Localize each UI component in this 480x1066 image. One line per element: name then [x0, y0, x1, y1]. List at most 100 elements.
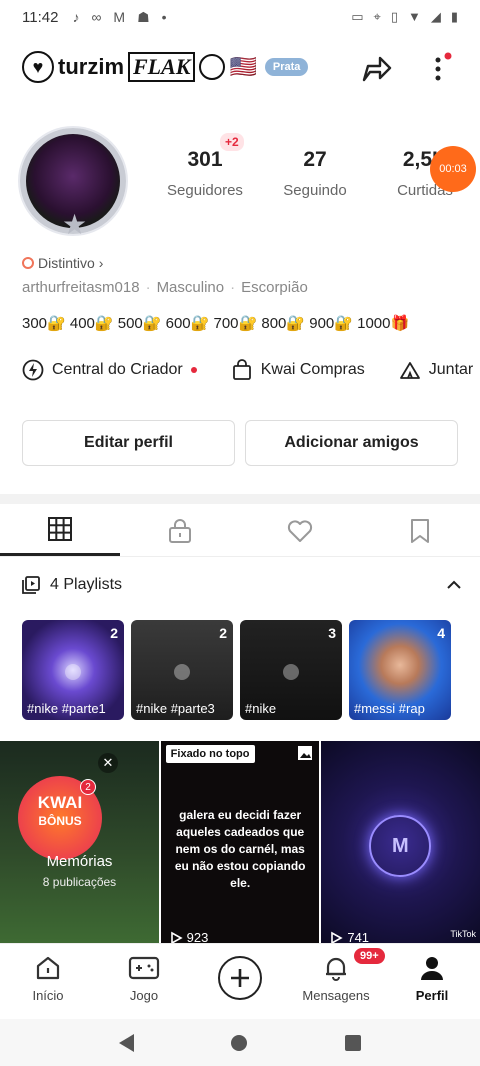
- circle-icon: [199, 54, 226, 80]
- playlists-header[interactable]: 4 Playlists: [22, 576, 462, 594]
- create-button[interactable]: [218, 956, 262, 1000]
- creator-shortcuts: Central do Criador Kwai Compras Juntar: [22, 357, 480, 383]
- nickname-flak: FLAK: [128, 52, 196, 82]
- bio-text: 300🔐 400🔐 500🔐 600🔐 700🔐 800🔐 900🔐 1000🎁: [22, 315, 410, 332]
- pinned-label: Fixado no topo: [165, 745, 255, 763]
- tiktok-icon: ♪: [72, 8, 80, 25]
- nav-profile[interactable]: Perfil: [384, 944, 480, 1019]
- play-icon: [65, 664, 81, 680]
- playlist-card[interactable]: 4 #messi #rap: [349, 620, 451, 720]
- nav-game[interactable]: Jogo: [96, 944, 192, 1019]
- nickname: ♥ turzim FLAK 🇺🇸 Prata: [22, 51, 309, 83]
- tab-saved[interactable]: [360, 505, 480, 556]
- lightning-icon: [22, 359, 44, 381]
- video-thumbnail[interactable]: M 741 TikTok: [321, 741, 480, 943]
- stat-followers[interactable]: 301 Seguidores: [150, 148, 260, 199]
- join-link[interactable]: Juntar: [399, 359, 473, 381]
- section-divider: [0, 494, 480, 504]
- profile-actions: Editar perfil Adicionar amigos: [22, 420, 458, 466]
- username: arthurfreitasm018: [22, 279, 140, 296]
- tab-private[interactable]: [120, 505, 240, 556]
- playlist-caption: #nike #parte1: [27, 701, 106, 716]
- memories-subtitle: 8 publicações: [42, 875, 117, 889]
- playlist-caption: #nike #parte3: [136, 701, 215, 716]
- music-logo: M: [369, 815, 432, 877]
- more-options-icon[interactable]: [428, 50, 452, 86]
- gamepad-icon: [128, 956, 160, 980]
- recent-apps-icon[interactable]: [345, 1034, 362, 1051]
- play-icon: [174, 664, 190, 680]
- share-icon[interactable]: [358, 50, 394, 86]
- bonus-text: BÔNUS: [38, 814, 82, 828]
- pinned-video[interactable]: Fixado no topo galera eu decidi fazer aq…: [160, 741, 320, 943]
- nav-create[interactable]: [192, 944, 288, 1019]
- kwai-shop-link[interactable]: Kwai Compras: [231, 359, 365, 381]
- bottom-navigation: Início Jogo 99+ Mensagens Perfil: [0, 943, 480, 1019]
- close-icon[interactable]: ✕: [98, 753, 118, 773]
- bookmark-icon: [411, 518, 429, 543]
- stat-value: 27: [303, 148, 327, 171]
- signal-icon: ◢: [430, 9, 441, 24]
- lock-icon: [169, 518, 191, 543]
- join-label: Juntar: [428, 361, 474, 378]
- dot-icon: •: [161, 8, 167, 25]
- view-count: 741: [329, 930, 369, 943]
- playlist-count: 2: [110, 625, 118, 641]
- memories-card[interactable]: KWAI BÔNUS 2 ✕ Memórias 8 publicações: [0, 741, 159, 943]
- tiktok-watermark: TikTok: [450, 929, 477, 939]
- playlist-icon: [22, 576, 40, 594]
- home-icon: [36, 956, 60, 980]
- nav-home-label: Início: [32, 988, 64, 1003]
- notification-dot: [190, 367, 197, 373]
- playlist-card[interactable]: 2 #nike #parte3: [131, 620, 233, 720]
- chevron-up-icon[interactable]: [446, 580, 462, 590]
- vibrate-icon: ▯: [390, 9, 398, 24]
- creator-center-link[interactable]: Central do Criador: [22, 359, 197, 381]
- playlist-row: 2 #nike #parte1 2 #nike #parte3 3 #nike …: [22, 620, 451, 720]
- notification-icons: ♪ ∞ M ☗ •: [72, 9, 166, 26]
- kwai-shop-label: Kwai Compras: [260, 361, 365, 378]
- view-count-value: 741: [347, 930, 370, 943]
- content-tabs: [0, 505, 480, 557]
- playlist-card[interactable]: 2 #nike #parte1: [22, 620, 124, 720]
- avatar[interactable]: ★: [14, 122, 134, 240]
- stat-following[interactable]: 27 Seguindo: [260, 148, 370, 199]
- stat-value: 301: [187, 148, 223, 171]
- tab-grid[interactable]: [0, 505, 120, 556]
- bonus-count-badge: 2: [80, 779, 96, 795]
- memories-title: Memórias: [46, 853, 113, 870]
- cast-icon: ▭: [351, 9, 364, 24]
- profile-header: ♥ turzim FLAK 🇺🇸 Prata: [0, 42, 480, 92]
- wifi-icon: ▼: [407, 9, 421, 24]
- nav-messages[interactable]: 99+ Mensagens: [288, 944, 385, 1019]
- video-grid: KWAI BÔNUS 2 ✕ Memórias 8 publicações Fi…: [0, 741, 480, 943]
- kwai-text: KWAI: [37, 793, 83, 812]
- edit-profile-button[interactable]: Editar perfil: [22, 420, 235, 466]
- nav-messages-label: Mensagens: [302, 988, 370, 1003]
- system-navigation: [0, 1019, 480, 1066]
- add-friends-button[interactable]: Adicionar amigos: [245, 420, 458, 466]
- nickname-text: turzim: [58, 54, 124, 79]
- play-outline-icon: [331, 931, 343, 943]
- infinity-icon: ∞: [91, 8, 102, 25]
- rank-badge[interactable]: Prata: [264, 58, 309, 76]
- heart-icon: [287, 519, 313, 542]
- playlist-caption: #nike: [245, 701, 277, 716]
- person-icon: ☗: [137, 8, 150, 25]
- badge-icon: [22, 257, 34, 269]
- nav-profile-label: Perfil: [415, 988, 449, 1003]
- plus-icon: [231, 969, 249, 987]
- timer-bubble[interactable]: 00:03: [430, 146, 476, 192]
- location-icon: ⌖: [373, 9, 381, 24]
- tent-icon: [399, 362, 420, 379]
- stat-label: Seguidores: [167, 182, 243, 199]
- image-icon: [298, 746, 313, 760]
- profile-info: arthurfreitasm018 · Masculino · Escorpião: [22, 279, 308, 296]
- distintivo-link[interactable]: Distintivo ›: [22, 255, 103, 271]
- playlist-card[interactable]: 3 #nike: [240, 620, 342, 720]
- back-icon[interactable]: [118, 1033, 134, 1052]
- tab-liked[interactable]: [240, 505, 360, 556]
- nav-home[interactable]: Início: [0, 944, 96, 1019]
- flag-icon: 🇺🇸: [229, 54, 257, 79]
- home-circle-icon[interactable]: [231, 1034, 248, 1051]
